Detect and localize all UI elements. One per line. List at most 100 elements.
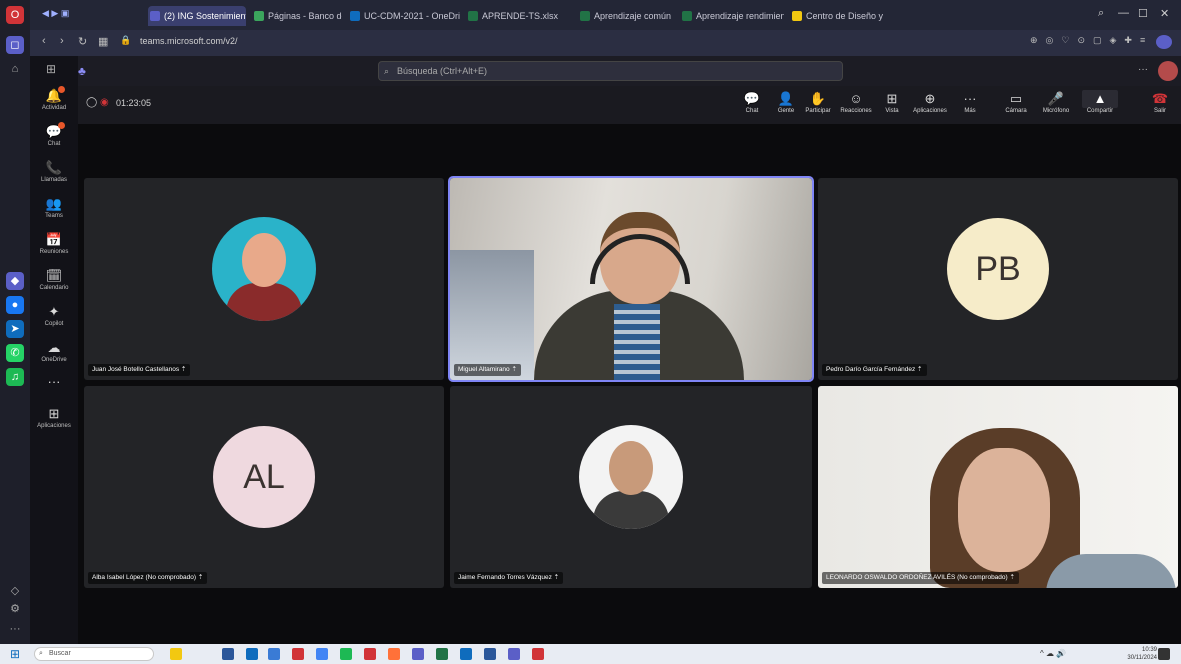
back-icon[interactable]: ‹ <box>42 35 46 47</box>
acrobat-icon[interactable] <box>532 648 544 660</box>
taskview-icon[interactable] <box>222 648 234 660</box>
toolbar-button[interactable]: ☺ Reacciones <box>838 90 874 114</box>
participant-tile[interactable]: Jaime Fernando Torres Vázquez ⇡ <box>450 386 812 588</box>
system-clock[interactable]: 10:39 30/11/2024 <box>1127 646 1157 662</box>
rail-item[interactable]: ⊞ Aplicaciones <box>30 402 78 438</box>
pin-icon[interactable]: ⇡ <box>1008 574 1015 581</box>
participant-tile[interactable]: Miguel Altamirano ⇡ <box>448 176 814 382</box>
participant-tile[interactable]: LEONARDO OSWALDO ORDOÑEZ AVILÉS (No comp… <box>818 386 1178 588</box>
rail-item-label: Actividad <box>41 105 67 111</box>
telegram-icon[interactable]: ➤ <box>6 320 24 338</box>
messenger-icon[interactable]: ● <box>6 296 24 314</box>
toolbar-icon: ▭ <box>1009 91 1023 106</box>
edge-icon[interactable] <box>246 648 258 660</box>
user-avatar[interactable] <box>1158 61 1178 81</box>
pin-icon[interactable]: ⇡ <box>915 366 922 373</box>
app-icon[interactable] <box>508 648 520 660</box>
chrome-icon[interactable] <box>316 648 328 660</box>
browser-tab[interactable]: Páginas - Banco de Instru <box>252 6 342 26</box>
workspace-icon[interactable]: ◻ <box>6 36 24 54</box>
tab-label: APRENDE-TS.xlsx <box>482 11 559 21</box>
tab-nav-icons[interactable]: ◀ ▶ ▣ <box>42 8 69 19</box>
browser-tab[interactable]: Aprendizaje rendimiento <box>680 6 784 26</box>
firefox-icon[interactable] <box>388 648 400 660</box>
participant-name: Alba Isabel López (No comprobado) <box>92 574 197 581</box>
whatsapp-icon[interactable]: ✆ <box>6 344 24 362</box>
browser-tab[interactable]: UC-CDM-2021 - OneDrive <box>348 6 460 26</box>
app-icon[interactable]: ◆ <box>6 272 24 290</box>
toolbar-button[interactable]: 👤 Gente <box>768 90 804 114</box>
tab-favicon-icon <box>682 11 692 21</box>
forward-icon[interactable]: › <box>60 35 64 47</box>
rail-item[interactable]: 📞 Llamadas <box>30 156 78 192</box>
toolbar-icon: 👤 <box>777 91 795 106</box>
rail-item[interactable]: 💬 Chat <box>30 120 78 156</box>
rail-item[interactable]: 🔔 Actividad <box>30 84 78 120</box>
participant-tile[interactable]: AL Alba Isabel López (No comprobado) ⇡ <box>84 386 444 588</box>
windows-start-icon[interactable]: ⊞ <box>10 647 20 661</box>
more-icon[interactable]: ··· <box>6 620 24 638</box>
outlook-icon[interactable] <box>484 648 496 660</box>
toolbar-label: Gente <box>777 108 795 114</box>
reload-icon[interactable]: ↻ <box>78 35 87 48</box>
participant-tile[interactable]: Juan José Botello Castellanos ⇡ <box>84 178 444 380</box>
copilot-icon[interactable] <box>170 648 182 660</box>
toolbar-button[interactable]: 🎤 Micrófono <box>1038 90 1074 114</box>
pin-icon[interactable]: ⇡ <box>510 366 516 373</box>
opera-icon[interactable] <box>292 648 304 660</box>
profile-avatar[interactable] <box>1156 35 1172 49</box>
pin-icon[interactable]: ⇡ <box>196 574 203 581</box>
rail-item-icon: 🗓 <box>45 268 63 283</box>
shield-icon[interactable]: ◇ <box>6 582 24 600</box>
app-icon[interactable] <box>340 648 352 660</box>
participant-photo <box>579 425 683 529</box>
speed-dial-icon[interactable]: ▦ <box>98 35 108 48</box>
browser-tab[interactable]: Aprendizaje común Interd <box>578 6 674 26</box>
teams-search-input[interactable]: ⌕ Búsqueda (Ctrl+Alt+E) <box>378 61 843 81</box>
extension-icons[interactable]: ⊕◎♡⊙▢◈✚≡ <box>1030 35 1153 46</box>
excel-icon[interactable] <box>436 648 448 660</box>
settings-icon[interactable]: ⚙ <box>6 600 24 618</box>
tray-icons[interactable]: ^ ☁ 🔊 <box>1040 649 1066 658</box>
toolbar-button[interactable]: 💬 Chat <box>734 90 770 114</box>
home-icon[interactable]: ⌂ <box>6 60 24 78</box>
toolbar-button[interactable]: ✋ Participar <box>800 90 836 114</box>
toolbar-label: Salir <box>1153 108 1166 114</box>
app-launcher-icon[interactable]: ⊞ <box>46 62 56 76</box>
minimize-button[interactable]: — <box>1118 7 1129 19</box>
rail-item[interactable]: ··· <box>30 370 78 406</box>
pin-icon[interactable]: ⇡ <box>552 574 559 581</box>
rail-item[interactable]: ✦ Copilot <box>30 300 78 336</box>
maximize-button[interactable]: ☐ <box>1138 7 1148 20</box>
rail-item[interactable]: 🗓 Calendario <box>30 264 78 300</box>
toolbar-button[interactable]: ⊞ Vista <box>874 90 910 114</box>
toolbar-label: Chat <box>745 108 759 114</box>
toolbar-button[interactable]: ▲ Compartir <box>1082 90 1118 114</box>
browser-tab[interactable]: APRENDE-TS.xlsx <box>466 6 566 26</box>
taskbar-search-input[interactable]: ⌕ Buscar <box>34 647 154 661</box>
opera-logo-icon[interactable]: O <box>6 6 24 24</box>
rail-item[interactable]: 👥 Teams <box>30 192 78 228</box>
participant-name-tag: Jaime Fernando Torres Vázquez ⇡ <box>454 572 564 584</box>
toolbar-button[interactable]: ▭ Cámara <box>998 90 1034 114</box>
search-tabs-icon[interactable]: ⌕ <box>1098 7 1104 20</box>
toolbar-button[interactable]: ⊕ Aplicaciones <box>912 90 948 114</box>
rail-item[interactable]: ☁ OneDrive <box>30 336 78 372</box>
browser-tab[interactable]: (2) ING Sostenimiento pri <box>148 6 246 26</box>
spotify-icon[interactable]: ♫ <box>6 368 24 386</box>
pin-icon[interactable]: ⇡ <box>179 366 186 373</box>
app-icon[interactable] <box>364 648 376 660</box>
participant-tile[interactable]: PB Pedro Darío García Fernández ⇡ <box>818 178 1178 380</box>
toolbar-button[interactable]: ☎ Salir <box>1142 90 1178 114</box>
word-icon[interactable] <box>460 648 472 660</box>
close-button[interactable]: ✕ <box>1160 7 1169 20</box>
explorer-icon[interactable] <box>268 648 280 660</box>
rail-item[interactable]: 📅 Reuniones <box>30 228 78 264</box>
toolbar-button[interactable]: ··· Más <box>952 90 988 114</box>
url-text[interactable]: teams.microsoft.com/v2/ <box>140 36 238 46</box>
notification-icon[interactable] <box>1158 648 1170 660</box>
browser-tab[interactable]: Centro de Diseño y Metro <box>790 6 886 26</box>
teams-icon[interactable] <box>412 648 424 660</box>
more-options-icon[interactable]: ··· <box>1138 64 1148 75</box>
rail-item-label: Copilot <box>44 321 64 327</box>
